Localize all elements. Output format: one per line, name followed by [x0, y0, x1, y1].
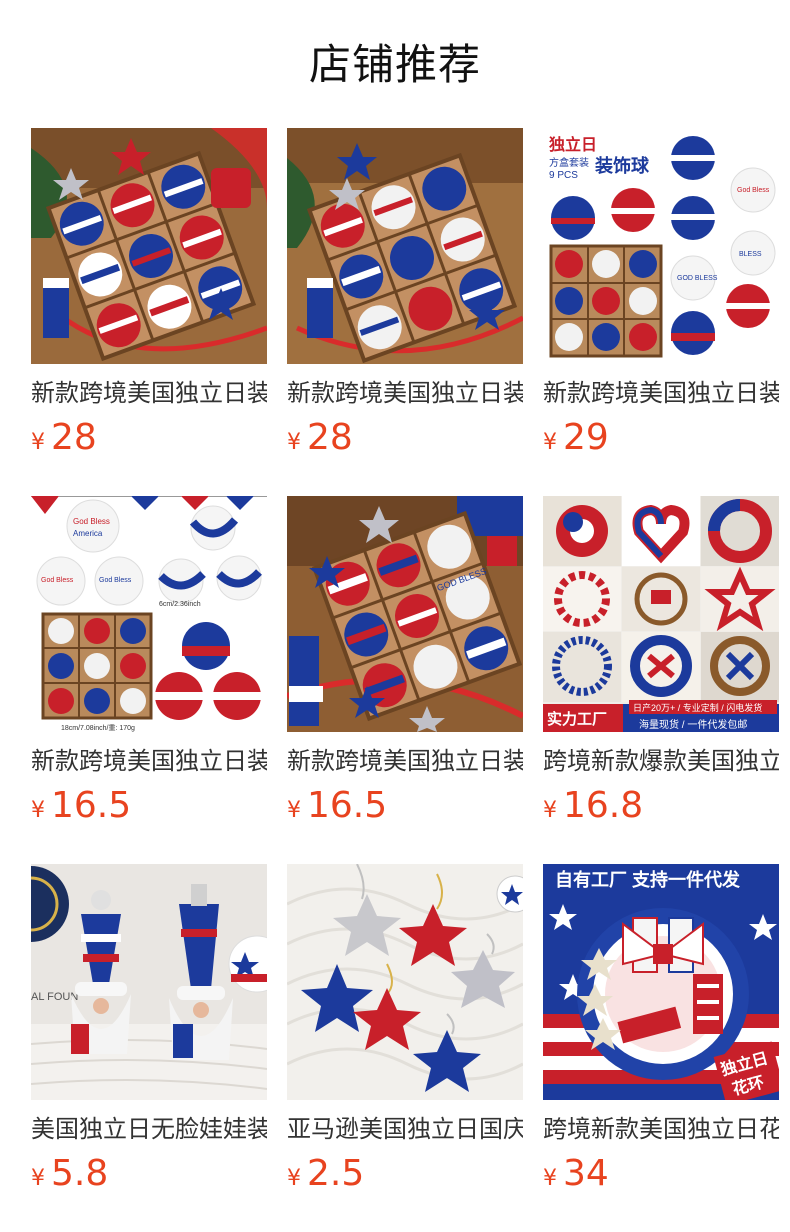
currency-symbol: ¥: [287, 798, 301, 823]
svg-text:9 PCS: 9 PCS: [549, 170, 578, 181]
svg-text:独立日: 独立日: [549, 135, 597, 154]
product-title[interactable]: 新款跨境美国独立日装饰球: [287, 376, 523, 410]
product-title[interactable]: 新款跨境美国独立日装饰球: [31, 376, 267, 410]
svg-text:God Bless: God Bless: [41, 577, 74, 584]
price-amount: 16.5: [51, 785, 132, 826]
currency-symbol: ¥: [31, 1166, 45, 1191]
currency-symbol: ¥: [543, 1166, 557, 1191]
product-image[interactable]: God Bless America God Bless God Bless 6c…: [31, 496, 267, 732]
product-price: ¥16.5: [31, 784, 131, 828]
svg-text:6cm/2.36inch: 6cm/2.36inch: [159, 601, 201, 608]
svg-text:自有工厂 支持一件代发: 自有工厂 支持一件代发: [555, 869, 741, 890]
product-image[interactable]: 实力工厂 日产20万+ / 专业定制 / 闪电发货 海量现货 / 一件代发包邮: [543, 496, 779, 732]
currency-symbol: ¥: [287, 430, 301, 455]
product-card[interactable]: 新款跨境美国独立日装饰球 ¥28: [287, 128, 523, 488]
price-amount: 29: [563, 417, 609, 458]
svg-text:God Bless: God Bless: [737, 187, 770, 194]
product-image[interactable]: [287, 128, 523, 364]
svg-text:实力工厂: 实力工厂: [547, 710, 607, 728]
price-amount: 16.5: [307, 785, 388, 826]
price-amount: 16.8: [563, 785, 644, 826]
svg-text:海量现货 / 一件代发包邮: 海量现货 / 一件代发包邮: [639, 718, 747, 731]
product-card[interactable]: 实力工厂 日产20万+ / 专业定制 / 闪电发货 海量现货 / 一件代发包邮 …: [543, 496, 779, 856]
product-image[interactable]: 独立日 方盒套装 9 PCS 装饰球 God Bless BLESS GOD B…: [543, 128, 779, 364]
price-amount: 28: [307, 417, 353, 458]
price-amount: 2.5: [307, 1153, 365, 1194]
product-card[interactable]: 新款跨境美国独立日装饰球 ¥28: [31, 128, 267, 488]
svg-text:装饰球: 装饰球: [595, 155, 650, 176]
product-image[interactable]: [31, 128, 267, 364]
product-price: ¥16.8: [543, 784, 643, 828]
product-title[interactable]: 新款跨境美国独立日装饰球: [287, 744, 523, 778]
product-title[interactable]: 新款跨境美国独立日装饰球: [31, 744, 267, 778]
currency-symbol: ¥: [543, 798, 557, 823]
product-price: ¥34: [543, 1152, 609, 1196]
svg-text:18cm/7.08inch/重: 170g: 18cm/7.08inch/重: 170g: [61, 724, 135, 732]
currency-symbol: ¥: [543, 430, 557, 455]
product-price: ¥28: [31, 416, 97, 460]
product-price: ¥29: [543, 416, 609, 460]
product-card[interactable]: 自有工厂 支持一件代发 独立日 花环 跨境新款美国独立日花 ¥ 34: [543, 864, 779, 1224]
svg-text:方盒套装: 方盒套装: [549, 156, 589, 169]
product-image[interactable]: AL FOUN: [31, 864, 267, 1100]
product-price: ¥5.8: [31, 1152, 108, 1196]
product-price: ¥28: [287, 416, 353, 460]
product-card[interactable]: 独立日 方盒套装 9 PCS 装饰球 God Bless BLESS GOD B…: [543, 128, 779, 488]
product-title[interactable]: 亚马逊美国独立日国庆星星挂件: [287, 1112, 523, 1146]
product-title[interactable]: 新款跨境美国独立日装饰球: [543, 376, 779, 410]
product-title[interactable]: 美国独立日无脸娃娃装饰: [31, 1112, 267, 1146]
price-amount: 28: [51, 417, 97, 458]
price-amount: 5.8: [51, 1153, 109, 1194]
product-price: ¥2.5: [287, 1152, 364, 1196]
product-card[interactable]: God Bless America God Bless God Bless 6c…: [31, 496, 267, 856]
svg-text:God Bless: God Bless: [99, 577, 132, 584]
svg-text:God Bless: God Bless: [73, 517, 110, 526]
product-image[interactable]: GOD BLESS: [287, 496, 523, 732]
product-title[interactable]: 跨境新款美国独立日花环: [543, 1112, 779, 1146]
product-image[interactable]: 自有工厂 支持一件代发 独立日 花环: [543, 864, 779, 1100]
product-card[interactable]: AL FOUN 美国独立日无脸娃娃装饰: [31, 864, 267, 1224]
product-title[interactable]: 跨境新款爆款美国独立日花环: [543, 744, 779, 778]
svg-text:GOD BLESS: GOD BLESS: [677, 275, 718, 282]
page-title: 店铺推荐: [308, 40, 481, 89]
product-card[interactable]: 亚马逊美国独立日国庆星星挂件 ¥2.5: [287, 864, 523, 1224]
currency-symbol: ¥: [287, 1166, 301, 1191]
svg-text:日产20万+ / 专业定制 / 闪电发货: 日产20万+ / 专业定制 / 闪电发货: [633, 702, 762, 713]
price-amount: 34: [563, 1153, 609, 1194]
page-header: 店铺推荐: [0, 0, 790, 128]
svg-text:BLESS: BLESS: [739, 251, 762, 258]
currency-symbol: ¥: [31, 430, 45, 455]
product-price: ¥16.5: [287, 784, 387, 828]
product-card[interactable]: GOD BLESS 新款跨境美国独立日装饰球 ¥16.5: [287, 496, 523, 856]
currency-symbol: ¥: [31, 798, 45, 823]
svg-text:America: America: [73, 529, 103, 538]
product-image[interactable]: [287, 864, 523, 1100]
